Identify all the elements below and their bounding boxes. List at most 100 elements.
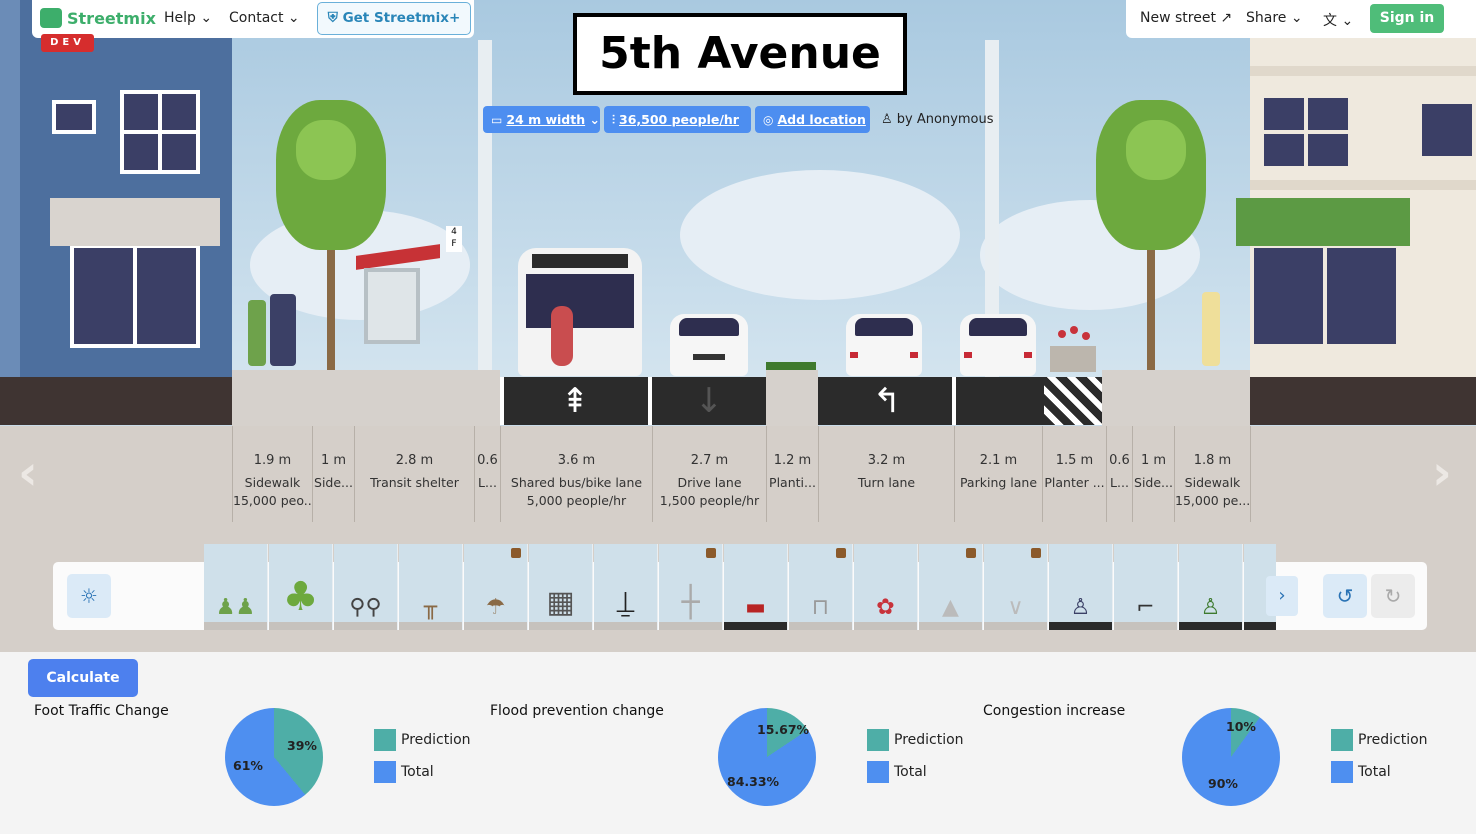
segment-sidewalk-tree[interactable]: 1 m Side... bbox=[1132, 426, 1174, 522]
segment-width[interactable]: 0.6 bbox=[1107, 453, 1132, 468]
segment-parking-lane[interactable]: 2.1 m Parking lane bbox=[954, 426, 1042, 522]
segment-planter[interactable]: 1.5 m Planter ... bbox=[1042, 426, 1106, 522]
right-dirt bbox=[1250, 377, 1476, 425]
segment-width[interactable]: 1.9 m bbox=[233, 453, 312, 468]
hatched-buffer bbox=[1044, 377, 1102, 425]
bar-chart-icon: ⫶ bbox=[612, 113, 616, 127]
chevron-down-icon: ⌄ bbox=[1341, 13, 1354, 29]
segment-palette: ☼ ♟♟ ♣ ⚲⚲ ╥ ☂ ▦ ⍊ ┼ ▬ ⊓ ✿ ▲ ∨ ♙ ⌐ ♙ › ↺ … bbox=[53, 544, 1427, 630]
left-sidewalk-surface[interactable] bbox=[232, 370, 500, 426]
streetmix-logo-icon[interactable] bbox=[40, 8, 62, 28]
add-location-button[interactable]: ◎ Add location bbox=[755, 106, 870, 133]
help-menu[interactable]: Help ⌄ bbox=[164, 10, 212, 26]
palette-tile-bike-rider[interactable]: ♙ bbox=[1179, 544, 1243, 630]
external-link-icon: ↗ bbox=[1220, 10, 1233, 26]
segment-lamp[interactable]: 0.6 L... bbox=[1106, 426, 1132, 522]
palette-tile-cafe-table[interactable]: ☂ bbox=[464, 544, 528, 630]
legend-label-prediction: Prediction bbox=[894, 732, 964, 748]
palette-tile-flowers[interactable]: ✿ bbox=[854, 544, 918, 630]
language-menu[interactable]: 文 ⌄ bbox=[1323, 10, 1353, 30]
pie-label-prediction: 15.67% bbox=[757, 722, 810, 737]
segment-width[interactable]: 1.8 m bbox=[1175, 453, 1250, 468]
segment-width[interactable]: 2.1 m bbox=[955, 453, 1042, 468]
palette-tile-newspaper-box[interactable]: ▦ bbox=[529, 544, 593, 630]
author-label: by Anonymous bbox=[896, 112, 994, 127]
segment-capacity: 1,500 people/hr bbox=[659, 493, 760, 508]
segment-turn-lane[interactable]: 3.2 m Turn lane bbox=[818, 426, 954, 522]
legend-label-total: Total bbox=[1358, 764, 1391, 780]
segment-sidewalk-tree[interactable]: 1 m Side... bbox=[312, 426, 354, 522]
median-surface[interactable] bbox=[766, 370, 818, 426]
segment-shared-bus-bike-lane[interactable]: 3.6 m Shared bus/bike lane 5,000 people/… bbox=[500, 426, 652, 522]
car[interactable] bbox=[846, 314, 922, 376]
bus[interactable] bbox=[518, 248, 642, 376]
share-menu[interactable]: Share ⌄ bbox=[1246, 10, 1303, 26]
car[interactable] bbox=[960, 314, 1036, 376]
segment-sidewalk[interactable]: 1.8 m Sidewalk 15,000 pe... bbox=[1174, 426, 1250, 522]
palette-tile-bench[interactable]: ╥ bbox=[399, 544, 463, 630]
palette-tiles: ♟♟ ♣ ⚲⚲ ╥ ☂ ▦ ⍊ ┼ ▬ ⊓ ✿ ▲ ∨ ♙ ⌐ ♙ bbox=[204, 544, 1276, 630]
calculate-button[interactable]: Calculate bbox=[28, 659, 138, 697]
contact-menu[interactable]: Contact ⌄ bbox=[229, 10, 300, 26]
transit-shelter[interactable] bbox=[364, 268, 420, 344]
palette-tile-bike-rack[interactable]: ⚲⚲ bbox=[334, 544, 398, 630]
pie-label-total: 61% bbox=[233, 758, 263, 773]
right-building[interactable] bbox=[1250, 0, 1476, 378]
undo-icon[interactable]: ↺ bbox=[1323, 574, 1367, 618]
car[interactable] bbox=[670, 314, 748, 376]
capacity-button[interactable]: ⫶ 36,500 people/hr bbox=[604, 106, 751, 133]
segment-width[interactable]: 3.2 m bbox=[819, 453, 954, 468]
get-streetmix-plus-button[interactable]: ⛨ Get Streetmix+ bbox=[317, 2, 471, 35]
segment-name: Side... bbox=[314, 475, 353, 490]
tree[interactable] bbox=[1096, 100, 1206, 370]
palette-tile-lamp[interactable]: ⍊ bbox=[594, 544, 658, 630]
segment-transit-shelter[interactable]: 2.8 m Transit shelter bbox=[354, 426, 474, 522]
segment-width[interactable]: 1.5 m bbox=[1043, 453, 1106, 468]
right-sidewalk-surface[interactable] bbox=[1102, 370, 1250, 426]
road-right[interactable] bbox=[818, 377, 1044, 425]
segment-name: Sidewalk bbox=[1184, 475, 1241, 490]
sign-in-button[interactable]: Sign in bbox=[1370, 4, 1444, 33]
segment-drive-lane[interactable]: 2.7 m Drive lane 1,500 people/hr bbox=[652, 426, 766, 522]
segment-capacity: 15,000 peo... bbox=[233, 493, 312, 508]
chevron-right-icon[interactable]: › bbox=[1266, 576, 1298, 616]
scroll-left-icon[interactable]: ‹ bbox=[18, 445, 38, 501]
menu-bar-right: New street ↗ Share ⌄ 文 ⌄ Sign in bbox=[1126, 0, 1476, 38]
palette-tile-utility-pole[interactable]: ┼ bbox=[659, 544, 723, 630]
redo-icon[interactable]: ↻ bbox=[1371, 574, 1415, 618]
chevron-down-icon: ⌄ bbox=[1290, 10, 1303, 26]
chevron-down-icon: ⌄ bbox=[585, 112, 600, 127]
segment-width[interactable]: 0.6 bbox=[475, 453, 500, 468]
segment-planting-strip[interactable]: 1.2 m Planti... bbox=[766, 426, 818, 522]
planter[interactable] bbox=[1050, 346, 1096, 372]
lock-icon bbox=[966, 548, 976, 558]
street-author[interactable]: ♙ by Anonymous bbox=[881, 106, 994, 133]
translate-icon: 文 bbox=[1323, 13, 1337, 29]
palette-tile-vendor[interactable]: ⊓ bbox=[789, 544, 853, 630]
palette-tile-people[interactable]: ♟♟ bbox=[204, 544, 268, 630]
pedestrian[interactable] bbox=[248, 300, 266, 366]
segment-sidewalk[interactable]: 1.9 m Sidewalk 15,000 peo... bbox=[232, 426, 312, 522]
segment-width[interactable]: 2.8 m bbox=[355, 453, 474, 468]
segment-width[interactable]: 1 m bbox=[1133, 453, 1174, 468]
street-width-button[interactable]: ▭ 24 m width ⌄ bbox=[483, 106, 600, 133]
environment-sun-icon[interactable]: ☼ bbox=[67, 574, 111, 618]
palette-tile-divider[interactable]: ∨ bbox=[984, 544, 1048, 630]
segment-width[interactable]: 3.6 m bbox=[501, 453, 652, 468]
segment-lamp[interactable]: 0.6 L... bbox=[474, 426, 500, 522]
streetmix-logo[interactable]: Streetmix bbox=[67, 9, 156, 28]
segment-width[interactable]: 2.7 m bbox=[653, 453, 766, 468]
pedestrian[interactable] bbox=[1202, 292, 1220, 366]
palette-tile-cone[interactable]: ▲ bbox=[919, 544, 983, 630]
scroll-right-icon[interactable]: › bbox=[1432, 445, 1452, 501]
palette-tile-planter-box[interactable]: ▬ bbox=[724, 544, 788, 630]
cyclist[interactable] bbox=[551, 306, 573, 366]
segment-width[interactable]: 1.2 m bbox=[767, 453, 818, 468]
palette-tile-scooter[interactable]: ⌐ bbox=[1114, 544, 1178, 630]
pedestrian[interactable] bbox=[270, 294, 296, 366]
left-building[interactable] bbox=[0, 0, 232, 378]
palette-tile-cyclist[interactable]: ♙ bbox=[1049, 544, 1113, 630]
new-street-link[interactable]: New street ↗ bbox=[1140, 10, 1232, 26]
palette-tile-tree[interactable]: ♣ bbox=[269, 544, 333, 630]
segment-width[interactable]: 1 m bbox=[313, 453, 354, 468]
